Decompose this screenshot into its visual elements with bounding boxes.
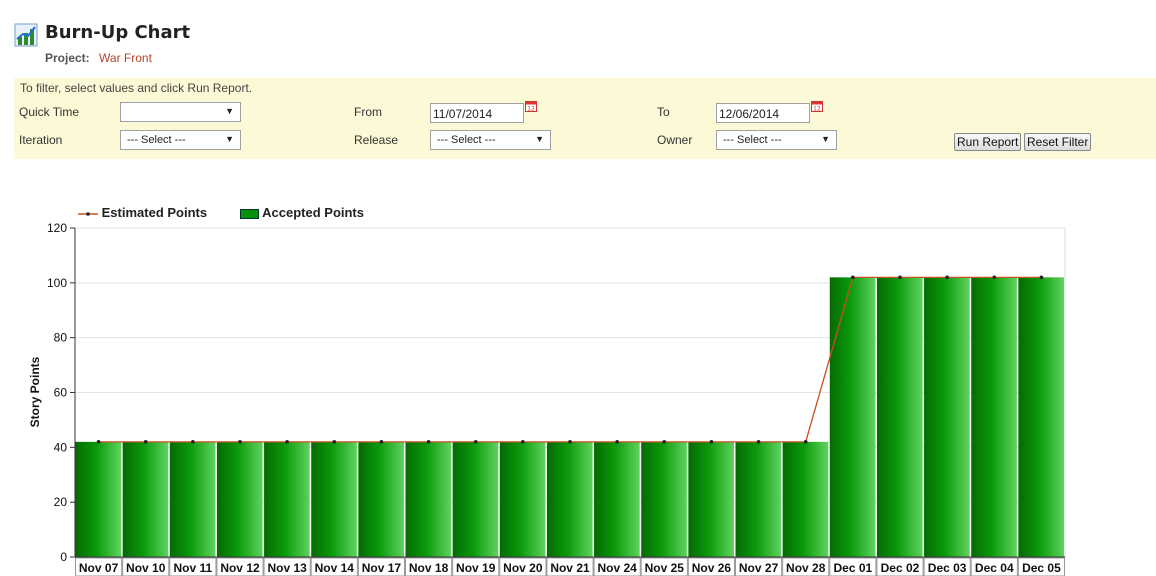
point-estimated <box>1039 275 1044 280</box>
bar-accepted <box>594 441 640 557</box>
point-estimated <box>191 440 195 444</box>
x-tick-label: Dec 05 <box>1022 561 1061 575</box>
x-tick-label: Nov 28 <box>786 561 826 575</box>
point-estimated <box>851 275 855 280</box>
bar-accepted <box>782 441 829 557</box>
point-estimated <box>898 275 902 280</box>
bar-accepted <box>924 277 970 557</box>
point-estimated <box>615 440 619 444</box>
y-tick-label: 120 <box>47 221 67 235</box>
x-tick-label: Nov 20 <box>503 561 543 575</box>
point-estimated <box>379 440 384 444</box>
y-tick-label: 40 <box>54 440 68 454</box>
point-estimated <box>426 440 431 444</box>
point-estimated <box>285 440 289 444</box>
bar-accepted <box>499 441 546 557</box>
point-estimated <box>756 440 761 444</box>
bar-accepted <box>735 441 782 557</box>
bar-accepted <box>358 441 404 557</box>
y-tick-label: 60 <box>54 386 68 400</box>
y-tick-label: 100 <box>47 276 67 290</box>
bar-accepted <box>546 441 593 557</box>
point-estimated <box>662 440 667 444</box>
x-tick-label: Nov 18 <box>409 561 449 575</box>
point-estimated <box>521 440 525 444</box>
x-tick-label: Dec 03 <box>928 561 967 575</box>
bar-accepted <box>1018 277 1064 557</box>
bar-accepted <box>122 441 169 557</box>
burnup-chart: 0 20 40 60 80 100 120 Nov 07 Nov 10 Nov 11 Nov 12 N… <box>28 221 1066 576</box>
x-tick-label: Dec 02 <box>881 561 920 575</box>
y-tick-label: 0 <box>60 550 67 564</box>
x-tick-label: Nov 07 <box>79 561 119 575</box>
x-tick-label: Nov 25 <box>645 561 685 575</box>
bar-accepted <box>876 277 923 557</box>
x-tick-label: Nov 27 <box>739 561 779 575</box>
bar-accepted <box>216 441 263 557</box>
point-estimated <box>332 440 337 444</box>
x-tick-label: Dec 04 <box>975 561 1014 575</box>
x-tick-label: Nov 10 <box>126 561 166 575</box>
point-estimated <box>568 440 572 444</box>
point-estimated <box>992 275 997 280</box>
x-tick-label: Nov 12 <box>220 561 260 575</box>
bar-accepted <box>971 277 1017 557</box>
x-tick-label: Nov 19 <box>456 561 496 575</box>
bar-accepted <box>75 441 122 557</box>
x-tick-label: Nov 13 <box>267 561 307 575</box>
x-tick-label: Nov 11 <box>174 561 213 575</box>
x-tick-label: Nov 21 <box>550 561 590 575</box>
bar-accepted <box>641 441 687 557</box>
bar-accepted <box>311 441 357 557</box>
point-estimated <box>803 440 808 444</box>
point-estimated <box>238 440 242 444</box>
x-tick-label: Nov 17 <box>362 561 402 575</box>
bar-accepted <box>829 277 876 557</box>
y-tick-label: 80 <box>54 331 68 345</box>
bar-accepted <box>264 441 310 557</box>
x-tick-label: Dec 01 <box>834 561 873 575</box>
point-estimated <box>96 440 101 444</box>
x-tick-label: Nov 14 <box>315 561 355 575</box>
bar-accepted <box>405 441 452 557</box>
bar-accepted <box>169 441 216 557</box>
point-estimated <box>709 440 714 444</box>
point-estimated <box>473 440 478 444</box>
bar-accepted <box>452 441 499 557</box>
bar-accepted <box>688 441 734 557</box>
y-axis-label: Story Points <box>28 356 42 427</box>
x-tick-label: Nov 26 <box>692 561 732 575</box>
point-estimated <box>143 440 148 444</box>
x-tick-label: Nov 24 <box>597 561 637 575</box>
point-estimated <box>945 275 949 280</box>
y-tick-label: 20 <box>54 495 68 509</box>
